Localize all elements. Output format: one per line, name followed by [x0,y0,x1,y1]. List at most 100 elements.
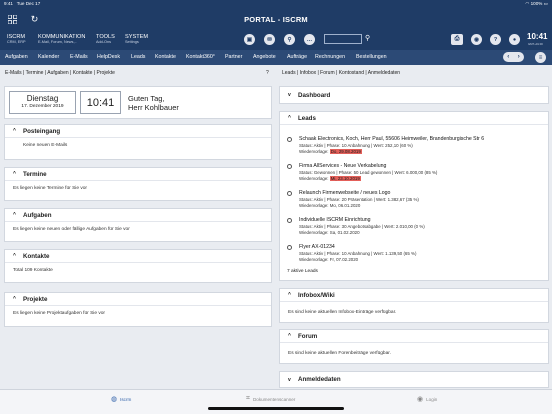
tab-kalender[interactable]: Kalender [38,54,59,60]
print-icon[interactable]: ⎙ [451,34,463,45]
tab-kontakt360[interactable]: Kontakt360° [186,54,215,60]
tab-auftraege[interactable]: Aufträge [287,54,307,60]
infobox-text: Es sind keine aktuellen Infobox-Einträge… [288,310,397,315]
followup-date-overdue: Do, 29.08.2019 [329,149,362,154]
aufgaben-header[interactable]: ^ Aufgaben [5,209,271,222]
lead-name[interactable]: Individuelle ISCRM Einrichtung [299,217,371,223]
aufgaben-title: Aufgaben [23,211,52,219]
date-box: Dienstag 17. Dezember 2019 [9,91,76,114]
greeting: Guten Tag, Herr Kohlbauer [128,94,179,112]
app-header: 9:41 Tue Dec 17 ◠ 100% ▭ ↻ PORTAL - ISCR… [0,0,552,50]
leads-title: Leads [298,114,316,122]
bottom-tab-iscrm[interactable]: ◍ Iscrm [111,395,131,403]
followup-date: Mo, 06.01.2020 [329,203,361,208]
radio-icon[interactable] [287,191,292,196]
lead-name[interactable]: Relaunch Firmenwebseite / neues Logo [299,190,390,196]
nav-iscrm[interactable]: ISCRM CRM, ERP [7,34,26,44]
tab-scroll-control[interactable]: ‹ › [503,52,524,62]
tab-bestellungen[interactable]: Bestellungen [356,54,387,60]
chat-icon[interactable]: ◉ [471,34,482,45]
anmeldedaten-panel: v Anmeldedaten [279,371,549,388]
chevron-left-icon[interactable]: ‹ [507,54,509,60]
tab-rechnungen[interactable]: Rechnungen [315,54,345,60]
mail-icon[interactable]: ✉ [264,34,275,45]
kontakte-header[interactable]: ^ Kontakte [5,250,271,263]
forum-title: Forum [298,332,318,340]
tab-angebote[interactable]: Angebote [253,54,276,60]
help-icon[interactable]: ? [490,34,501,45]
radio-icon[interactable] [287,164,292,169]
tab-helpdesk[interactable]: HelpDesk [97,54,120,60]
lead-name[interactable]: Flyer AX-01234 [299,244,335,250]
nav-kommunikation[interactable]: KOMMUNIKATION E-Mail, Forum, News,.. [38,34,85,44]
anmeldedaten-header[interactable]: v Anmeldedaten [280,372,548,387]
tab-partner[interactable]: Partner [225,54,242,60]
tab-leads[interactable]: Leads [131,54,145,60]
nav-kommunikation-sub: E-Mail, Forum, News,.. [38,40,77,44]
dashboard-header[interactable]: v Dashboard [280,87,548,103]
nav-tools[interactable]: TOOLS Add-Ons [96,34,115,44]
followup-date: Fr, 07.02.2020 [329,257,359,262]
forum-header[interactable]: ^ Forum [280,330,548,343]
status-date: Tue Dec 17 [16,1,41,6]
lead-followup: Wiedervorlage: Do, 29.08.2019 [299,149,362,154]
lead-status: Status: Aktiv | Phase: 10 Anbahnung | We… [299,143,413,148]
tab-emails[interactable]: E-Mails [70,54,88,60]
bottom-tab-iscrm-label: Iscrm [120,396,132,402]
leads-header[interactable]: ^ Leads [280,112,548,125]
breadcrumb-help[interactable]: ? [266,65,269,82]
lead-status: Status: Aktiv | Phase: 30 Angebotsabgabe… [299,224,425,229]
projekte-header[interactable]: ^ Projekte [5,293,271,306]
tab-kontakte[interactable]: Kontakte [155,54,176,60]
header-timezone: GMT+01:00 [528,42,543,46]
status-bar-right: ◠ 100% ▭ [525,1,548,7]
lead-followup: Wiedervorlage: Mi, 23.10.2019 [299,176,361,181]
followup-label: Wiedervorlage: [299,257,329,262]
radio-icon[interactable] [287,137,292,142]
bottom-tab-login[interactable]: ◉ Login [417,395,437,403]
breadcrumb-right[interactable]: Leads | Infobox | Forum | Kontostand | A… [282,65,401,82]
user-icon[interactable]: ● [509,34,520,45]
nav-system[interactable]: SYSTEM Settings [125,34,148,44]
chevron-up-icon: ^ [288,292,291,298]
termine-header[interactable]: ^ Termine [5,168,271,181]
greeting-line1: Guten Tag, [128,94,165,103]
bottom-tab-scanner[interactable]: ⌗ Dokumentenscanner [246,395,295,403]
lead-followup: Wiedervorlage: Mo, 06.01.2020 [299,203,360,208]
chevron-down-icon: v [288,92,291,98]
wifi-icon: ◠ [525,1,530,6]
header-clock: 10:41 [527,32,548,41]
weekday: Dienstag [26,94,59,103]
pin-icon[interactable]: ⚲ [284,34,295,45]
followup-label: Wiedervorlage: [299,230,329,235]
calendar-icon[interactable]: ▣ [244,34,255,45]
search-input[interactable] [324,34,362,44]
more-icon[interactable]: … [304,34,315,45]
lead-name[interactable]: Schaak Electronics, Koch, Herr Paul, 556… [299,136,484,142]
radio-icon[interactable] [287,218,292,223]
infobox-header[interactable]: ^ Infobox/Wiki [280,289,548,302]
status-time: 9:41 [4,1,13,6]
greeting-line2: Herr Kohlbauer [128,103,179,112]
leads-count: 7 aktive Leads [287,269,318,274]
posteingang-panel: ^ Posteingang Keine neuen E-Mails [4,124,272,160]
bottom-tab-login-label: Login [426,396,438,402]
globe-icon: ◍ [111,396,118,403]
posteingang-title: Posteingang [23,127,61,135]
chevron-up-icon: ^ [13,212,16,218]
chevron-right-icon[interactable]: › [518,54,520,60]
lead-followup: Wiedervorlage: Sa, 01.02.2020 [299,230,360,235]
followup-label: Wiedervorlage: [299,149,329,154]
posteingang-header[interactable]: ^ Posteingang [5,125,271,138]
tab-aufgaben[interactable]: Aufgaben [5,54,28,60]
app-title: PORTAL - ISCRM [244,15,308,24]
aufgaben-panel: ^ Aufgaben Es liegen keine neuen oder fäl… [4,208,272,242]
radio-icon[interactable] [287,245,292,250]
nav-iscrm-sub: CRM, ERP [7,40,26,44]
chevron-up-icon: ^ [13,128,16,134]
breadcrumb-left[interactable]: E-Mails | Termine | Aufgaben | Kontakte … [5,65,115,82]
search-icon[interactable]: ⚲ [365,34,370,42]
menu-icon[interactable]: ≡ [535,52,546,63]
lead-name[interactable]: Firma AllServices - Neue Verkabelung [299,163,386,169]
lead-status: Status: Aktiv | Phase: 10 Anbahnung | We… [299,251,417,256]
